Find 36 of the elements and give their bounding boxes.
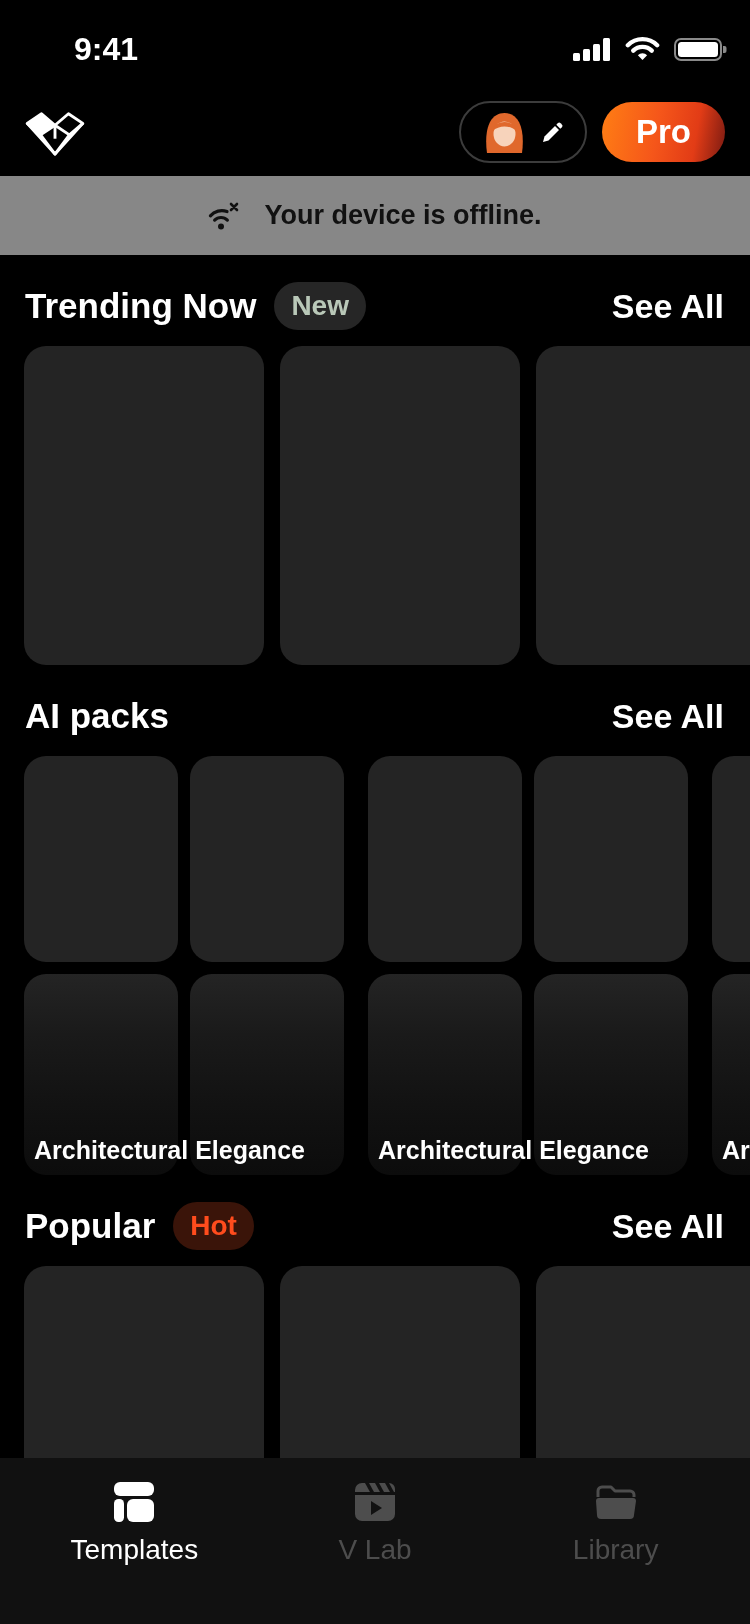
template-card[interactable] (536, 1266, 750, 1458)
offline-message: Your device is offline. (264, 200, 542, 231)
template-card[interactable] (24, 1266, 264, 1458)
template-card[interactable] (24, 346, 264, 665)
status-time: 9:41 (74, 30, 139, 68)
section-badge: Hot (173, 1202, 254, 1250)
section-title: Popular (25, 1206, 156, 1246)
pack-title: Architectural Elegance (378, 1136, 649, 1165)
pack-tile[interactable] (190, 974, 344, 1175)
template-card[interactable] (536, 346, 750, 665)
signal-icon (573, 37, 611, 61)
see-all-link[interactable]: See All (611, 286, 724, 326)
section-title: AI packs (25, 696, 169, 736)
folder-icon (595, 1485, 636, 1519)
wifi-off-icon (208, 201, 241, 230)
pack-tile[interactable] (534, 756, 688, 962)
pack-title: Ar (722, 1136, 750, 1165)
tab-item[interactable]: Templates (70, 1482, 199, 1566)
pack-tile[interactable] (190, 756, 344, 962)
avatar-icon (483, 111, 525, 153)
pack-title: Architectural Elegance (34, 1136, 305, 1165)
pack-tile[interactable] (534, 974, 688, 1175)
pro-button[interactable]: Pro (602, 102, 725, 162)
see-all-link[interactable]: See All (611, 1206, 724, 1246)
pencil-icon (541, 121, 563, 143)
see-all-link[interactable]: See All (611, 696, 724, 736)
template-card[interactable] (280, 1266, 520, 1458)
template-grid-icon (114, 1482, 155, 1522)
wifi-icon (625, 37, 660, 61)
section-title: Trending Now (25, 286, 257, 326)
pack-tile[interactable] (368, 756, 522, 962)
section-badge: New (274, 282, 366, 330)
template-card[interactable] (280, 346, 520, 665)
pack-tile[interactable] (24, 756, 178, 962)
clapperboard-icon (355, 1483, 395, 1521)
battery-icon (674, 37, 727, 61)
